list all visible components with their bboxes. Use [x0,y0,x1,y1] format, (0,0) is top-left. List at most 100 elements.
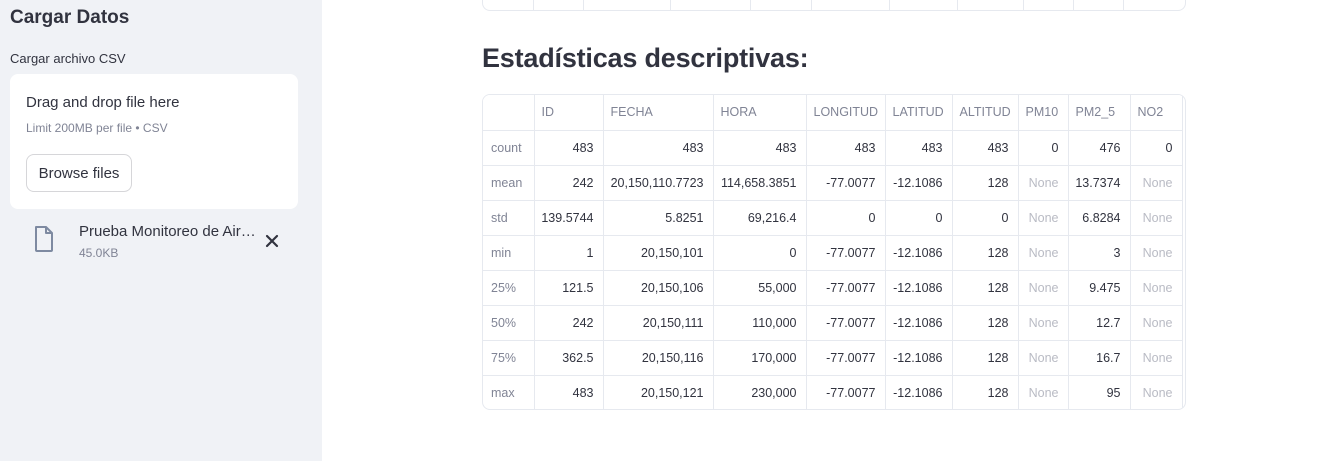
table-cell[interactable]: 6.8284 [1068,200,1131,236]
table-cell[interactable]: 0 [885,200,953,236]
table-cell[interactable]: 0 [1130,130,1183,166]
browse-files-button[interactable]: Browse files [26,154,132,192]
table-cell[interactable]: 483 [534,375,604,409]
table-cell[interactable]: 20,150,116 [603,340,714,376]
row-label[interactable]: max [483,375,535,409]
table-cell[interactable]: 121.5 [534,270,604,306]
table-cell[interactable]: 55,000 [713,270,807,306]
table-cell[interactable]: None [1018,200,1069,236]
table-cell[interactable]: 128 [952,340,1019,376]
table-cell[interactable]: -12.1086 [885,305,953,341]
table-cell[interactable]: 483 [534,130,604,166]
table-cell[interactable]: 110,000 [713,305,807,341]
table-cell[interactable]: 483 [603,130,714,166]
column-header[interactable]: LATITUD [885,95,953,131]
table-cell[interactable]: 483 [806,130,886,166]
column-header[interactable]: HORA [713,95,807,131]
table-cell[interactable]: 0 [806,200,886,236]
table-cell[interactable]: 1 [534,235,604,271]
close-icon[interactable] [264,233,280,249]
table-cell[interactable]: -77.0077 [806,235,886,271]
table-cell[interactable]: 362.5 [534,340,604,376]
table-cell[interactable]: None [1130,375,1183,409]
table-cell[interactable]: -12.1086 [885,165,953,201]
table-cell[interactable]: 114,658.3851 [713,165,807,201]
table-cell[interactable]: None [1130,200,1183,236]
column-header[interactable]: PM10 [1018,95,1069,131]
row-label[interactable]: 25% [483,270,535,306]
table-cell[interactable]: None [1018,305,1069,341]
table-cell[interactable]: None [1018,270,1069,306]
index-header[interactable] [483,95,535,131]
table-cell[interactable]: -12.1086 [885,340,953,376]
row-label[interactable]: 50% [483,305,535,341]
table-cell[interactable]: 242 [534,165,604,201]
table-cell[interactable]: None [1018,165,1069,201]
table-cell[interactable]: 20,150,111 [603,305,714,341]
table-cell[interactable]: 20,150,106 [603,270,714,306]
table-cell[interactable]: 20,150,110.7723 [603,165,714,201]
column-header[interactable]: LONGITUD [806,95,886,131]
table-cell[interactable]: 5.8251 [603,200,714,236]
row-label[interactable]: min [483,235,535,271]
table-cell[interactable]: 3 [1068,235,1131,271]
table-cell[interactable]: 170,000 [713,340,807,376]
file-dropzone[interactable]: Drag and drop file here Limit 200MB per … [10,74,298,209]
table-cell[interactable]: None [1018,340,1069,376]
column-header[interactable]: ID [534,95,604,131]
table-cell[interactable]: 12.7 [1068,305,1131,341]
table-cell[interactable]: -12.1086 [885,270,953,306]
column-header[interactable]: NO2 [1130,95,1183,131]
column-header[interactable]: PM2_5 [1068,95,1131,131]
table-cell[interactable]: -77.0077 [806,270,886,306]
table-cell[interactable]: None [1130,235,1183,271]
row-label[interactable]: std [483,200,535,236]
table-cell[interactable]: 128 [952,270,1019,306]
table-row: min 1 20,150,101 0 -77.0077 -12.1086 128 None 3 N… [483,235,1183,271]
table-cell[interactable]: -77.0077 [806,305,886,341]
table-cell[interactable]: 483 [713,130,807,166]
row-label[interactable]: mean [483,165,535,201]
column-header[interactable]: FECHA [603,95,714,131]
page-heading: Estadísticas descriptivas: [482,43,809,73]
table-cell[interactable]: 69,216.4 [713,200,807,236]
table-cell[interactable]: 230,000 [713,375,807,409]
table-cell[interactable]: None [1130,165,1183,201]
table-cell[interactable]: -77.0077 [806,165,886,201]
table-cell[interactable]: None [1018,375,1069,409]
column-header[interactable]: ALTITUD [952,95,1019,131]
table-cell[interactable]: -77.0077 [806,340,886,376]
table-cell[interactable]: None [1018,235,1069,271]
table-cell[interactable]: 95 [1068,375,1131,409]
table-cell[interactable]: 476 [1068,130,1131,166]
table-cell[interactable]: -77.0077 [806,375,886,409]
row-label[interactable]: count [483,130,535,166]
table-row: 75% 362.5 20,150,116 170,000 -77.0077 -12.108… [483,340,1183,376]
table-cell[interactable]: None [1130,270,1183,306]
table-cell[interactable]: 0 [713,235,807,271]
table-cell[interactable]: 483 [885,130,953,166]
stats-table[interactable]: ID FECHA HORA LONGITUD LATITUD ALTITUD PM10 PM2… [482,94,1186,410]
table-cell[interactable]: 20,150,121 [603,375,714,409]
table-cell[interactable]: 13.7374 [1068,165,1131,201]
table-cell[interactable]: 242 [534,305,604,341]
row-label[interactable]: 75% [483,340,535,376]
table-cell[interactable]: 128 [952,375,1019,409]
table-cell[interactable]: 20,150,101 [603,235,714,271]
file-name: Prueba Monitoreo de Aire.csv [79,223,259,240]
table-cell[interactable]: None [1130,340,1183,376]
table-cell[interactable]: 483 [952,130,1019,166]
table-cell[interactable]: None [1130,305,1183,341]
table-cell[interactable]: 0 [1018,130,1069,166]
table-cell[interactable]: 9.475 [1068,270,1131,306]
table-cell[interactable]: 128 [952,165,1019,201]
table-cell[interactable]: 139.5744 [534,200,604,236]
table-cell[interactable]: 16.7 [1068,340,1131,376]
table-cell[interactable]: 128 [952,235,1019,271]
table-cell[interactable]: 0 [952,200,1019,236]
table-cell[interactable]: -12.1086 [885,235,953,271]
dropzone-limit: Limit 200MB per file • CSV [26,121,168,135]
table-row: 50% 242 20,150,111 110,000 -77.0077 -12.1086 1… [483,305,1183,341]
table-cell[interactable]: 128 [952,305,1019,341]
table-cell[interactable]: -12.1086 [885,375,953,409]
